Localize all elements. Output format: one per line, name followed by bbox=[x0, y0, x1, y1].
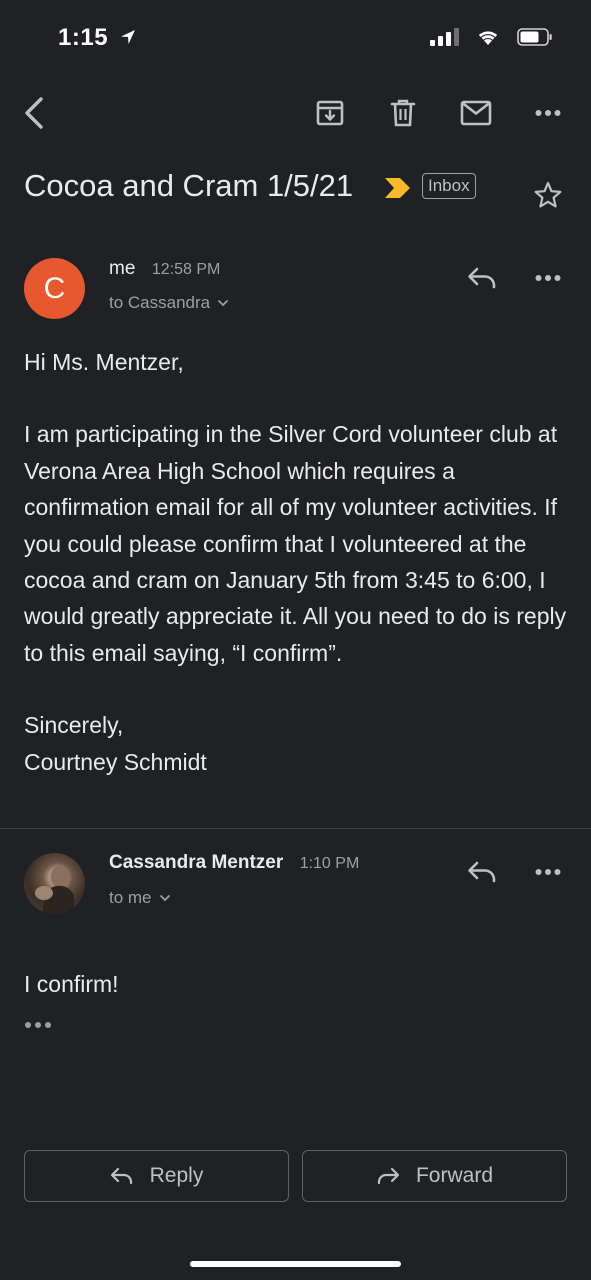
message-more-button[interactable] bbox=[526, 256, 570, 300]
ellipsis-icon bbox=[25, 1022, 51, 1028]
message-divider bbox=[0, 828, 591, 829]
message-header: me 12:58 PM bbox=[109, 258, 220, 280]
trash-icon bbox=[390, 99, 416, 127]
message-time: 1:10 PM bbox=[299, 855, 360, 872]
recipients-toggle[interactable]: to me bbox=[109, 888, 171, 908]
cellular-signal-icon bbox=[430, 28, 459, 46]
mark-unread-button[interactable] bbox=[454, 91, 498, 135]
message-body: I confirm! bbox=[24, 966, 569, 1002]
body-paragraph: I am participating in the Silver Cord vo… bbox=[24, 421, 567, 666]
signature: Courtney Schmidt bbox=[24, 748, 207, 775]
sender-name: me bbox=[109, 258, 136, 279]
location-arrow-icon bbox=[121, 30, 136, 44]
message-body: Hi Ms. Mentzer, I am participating in th… bbox=[24, 344, 569, 780]
message-time: 12:58 PM bbox=[151, 261, 221, 278]
avatar[interactable] bbox=[24, 853, 85, 914]
reply-button[interactable] bbox=[460, 256, 504, 300]
sender-name: Cassandra Mentzer bbox=[109, 852, 284, 873]
status-time: 1:15 bbox=[58, 24, 137, 52]
forward-icon bbox=[377, 1167, 400, 1185]
more-horizontal-icon bbox=[535, 110, 561, 116]
delete-button[interactable] bbox=[381, 91, 425, 135]
message-more-button[interactable] bbox=[526, 850, 570, 894]
forward-footer-button[interactable]: Forward bbox=[302, 1150, 567, 1202]
inbox-label[interactable]: Inbox bbox=[422, 173, 476, 199]
reply-label: Reply bbox=[149, 1164, 204, 1187]
archive-button[interactable] bbox=[308, 91, 352, 135]
forward-label: Forward bbox=[415, 1164, 494, 1187]
recipients-label: to me bbox=[109, 888, 152, 907]
reply-icon bbox=[468, 861, 496, 883]
important-marker-icon[interactable] bbox=[384, 177, 412, 199]
home-indicator[interactable] bbox=[190, 1261, 401, 1267]
archive-icon bbox=[316, 100, 344, 126]
reply-icon bbox=[110, 1167, 132, 1185]
message-header: Cassandra Mentzer 1:10 PM bbox=[109, 852, 359, 874]
status-icons bbox=[429, 28, 553, 46]
thread-subject: Cocoa and Cram 1/5/21 bbox=[24, 168, 354, 203]
profile-photo bbox=[35, 866, 74, 914]
wifi-icon bbox=[478, 31, 498, 45]
chevron-down-icon bbox=[217, 299, 229, 307]
greeting: Hi Ms. Mentzer, bbox=[24, 349, 184, 375]
battery-icon bbox=[517, 28, 552, 46]
recipients-label: to Cassandra bbox=[109, 293, 211, 312]
more-horizontal-icon bbox=[535, 275, 561, 281]
star-button[interactable] bbox=[526, 173, 570, 217]
show-trimmed-content-button[interactable] bbox=[24, 1016, 52, 1034]
avatar[interactable]: C bbox=[24, 258, 85, 319]
more-horizontal-icon bbox=[535, 869, 561, 875]
back-button[interactable] bbox=[12, 91, 56, 135]
mail-icon bbox=[460, 100, 492, 126]
back-arrow-icon bbox=[25, 97, 43, 129]
more-options-button[interactable] bbox=[526, 91, 570, 135]
reply-footer-button[interactable]: Reply bbox=[24, 1150, 289, 1202]
recipients-toggle[interactable]: to Cassandra bbox=[109, 293, 229, 313]
closing: Sincerely, bbox=[24, 712, 124, 739]
reply-icon bbox=[468, 267, 496, 289]
reply-button[interactable] bbox=[460, 850, 504, 894]
star-icon bbox=[534, 181, 562, 208]
body-paragraph: I confirm! bbox=[24, 971, 119, 997]
chevron-down-icon bbox=[159, 894, 170, 902]
